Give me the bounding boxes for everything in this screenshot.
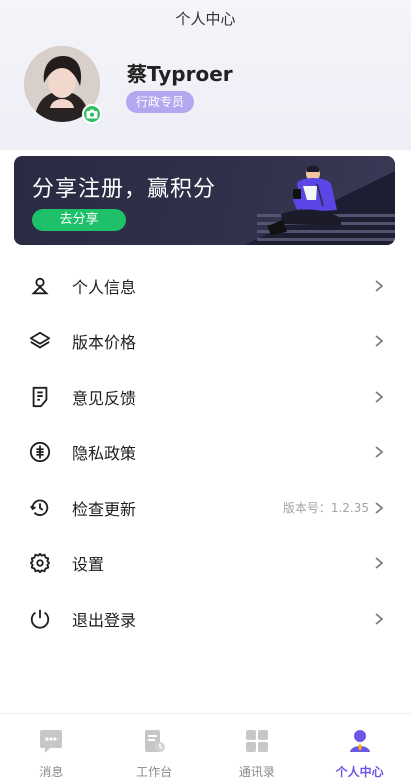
menu-item-label: 设置 (72, 555, 105, 575)
bottom-tab-bar: 消息 工作台 通讯录 个人中心 (0, 713, 411, 784)
menu-item-label: 隐私政策 (72, 444, 137, 464)
chevron-right-icon (375, 502, 384, 514)
power-icon (29, 608, 51, 630)
menu-item-personal-info[interactable]: 个人信息 (0, 258, 411, 314)
page-title: 个人中心 (175, 10, 236, 28)
menu-item-check-update[interactable]: 检查更新 版本号：1.2.35 (0, 480, 411, 536)
chevron-right-icon (375, 446, 384, 458)
menu-item-label: 退出登录 (72, 610, 137, 630)
menu-item-settings[interactable]: 设置 (0, 536, 411, 592)
update-icon (29, 497, 51, 519)
profile-icon (349, 730, 370, 752)
tab-label: 通讯录 (238, 765, 275, 779)
chevron-right-icon (375, 335, 384, 347)
share-banner[interactable]: 分享注册，赢积分 去分享 (14, 156, 395, 245)
camera-icon[interactable] (82, 104, 102, 124)
tab-workbench[interactable]: 工作台 (103, 714, 206, 784)
user-icon (29, 275, 51, 297)
menu-item-privacy-policy[interactable]: 隐私政策 (0, 425, 411, 481)
tab-messages[interactable]: 消息 (0, 714, 103, 784)
gear-icon (29, 552, 51, 574)
profile-header: 个人中心 蔡Typroer 行政专员 (0, 0, 411, 150)
layers-icon (29, 330, 51, 352)
workbench-icon (145, 730, 166, 752)
tab-label: 消息 (39, 765, 64, 779)
menu-item-label: 版本价格 (72, 333, 137, 353)
menu-item-label: 检查更新 (72, 499, 137, 519)
banner-title: 分享注册，赢积分 (32, 177, 217, 202)
chevron-right-icon (375, 613, 384, 625)
share-button[interactable]: 去分享 (32, 209, 126, 231)
role-badge: 行政专员 (126, 91, 195, 113)
username: 蔡Typroer (127, 62, 233, 86)
tab-label: 个人中心 (335, 765, 384, 779)
feedback-icon (29, 386, 51, 408)
banner-illustration-icon (245, 165, 395, 245)
chevron-right-icon (375, 280, 384, 292)
version-number: 版本号：1.2.35 (282, 501, 369, 516)
tab-label: 工作台 (136, 765, 173, 779)
menu-item-label: 意见反馈 (72, 388, 137, 408)
tab-profile[interactable]: 个人中心 (308, 714, 411, 784)
message-icon (40, 730, 63, 753)
menu-list: 个人信息 版本价格 意见反馈 隐私政策 检查更新 版本号：1.2.35 设置 退… (0, 258, 411, 647)
menu-item-version-price[interactable]: 版本价格 (0, 314, 411, 370)
privacy-icon (29, 441, 51, 463)
tab-contacts[interactable]: 通讯录 (206, 714, 309, 784)
menu-item-logout[interactable]: 退出登录 (0, 591, 411, 647)
menu-item-feedback[interactable]: 意见反馈 (0, 369, 411, 425)
chevron-right-icon (375, 391, 384, 403)
chevron-right-icon (375, 557, 384, 569)
menu-item-label: 个人信息 (72, 277, 137, 297)
contacts-icon (245, 730, 268, 752)
